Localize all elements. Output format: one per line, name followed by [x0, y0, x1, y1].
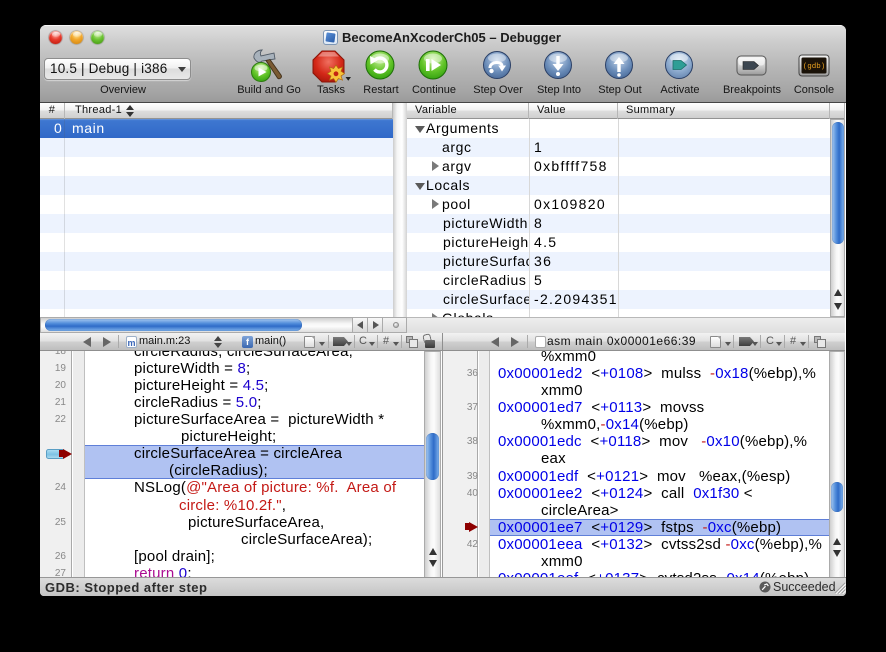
svg-text:(gdb): (gdb)	[803, 63, 826, 71]
